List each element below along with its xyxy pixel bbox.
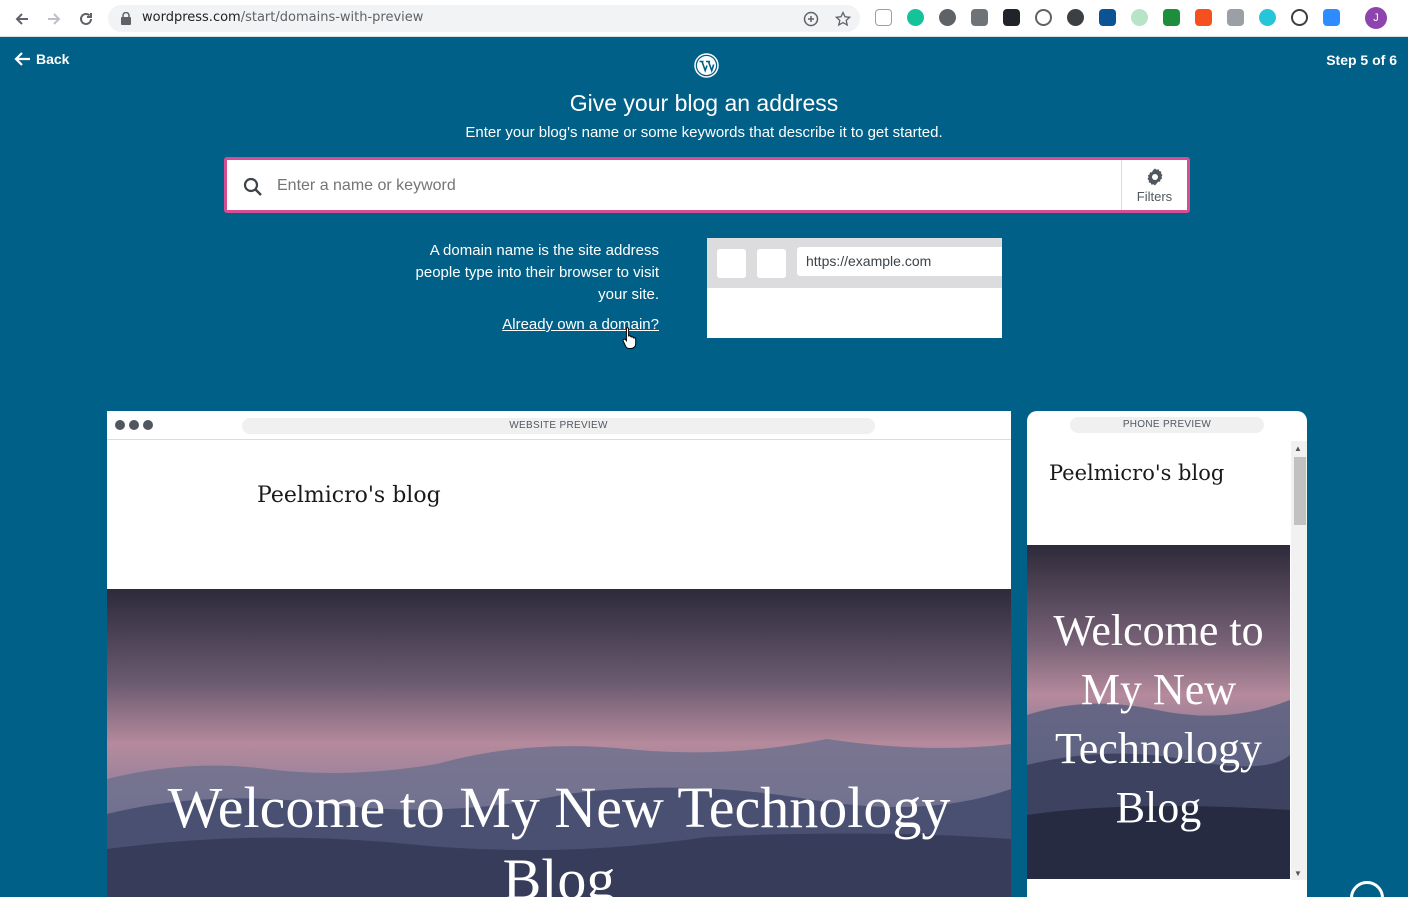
page-subtitle: Enter your blog's name or some keywords … [465,124,943,141]
bookmark-star-icon[interactable] [835,11,851,27]
back-label: Back [36,51,70,67]
hand-cursor-icon [622,327,637,349]
phone-hero-text: Welcome to My New Technology Blog [1053,606,1264,832]
example-browser-illustration: https://example.com [707,238,1002,338]
extension-icon[interactable] [1259,9,1276,26]
profile-avatar[interactable]: J [1365,7,1387,29]
extension-icon[interactable] [875,9,892,26]
arrow-left-icon [14,52,30,66]
window-dot [129,420,139,430]
mini-browser-bar: https://example.com [707,238,1002,288]
domain-explanation: A domain name is the site address people… [415,242,659,303]
back-arrow-icon[interactable] [10,7,34,31]
search-icon [243,177,262,196]
dark-mode-icon[interactable] [1067,9,1084,26]
extension-icon[interactable] [939,9,956,26]
phone-preview-label: PHONE PREVIEW [1070,417,1264,433]
scroll-down-arrow-icon[interactable]: ▼ [1294,869,1302,878]
website-blog-name: Peelmicro's blog [257,483,441,508]
extension-icon[interactable] [1099,9,1116,26]
window-dot [143,420,153,430]
step-indicator: Step 5 of 6 [1326,52,1397,68]
extension-icon[interactable] [1291,9,1308,26]
website-hero-text: Welcome to My New Technology Blog [167,775,951,897]
window-dot [115,420,125,430]
lock-icon [121,12,131,25]
website-preview-label: WEBSITE PREVIEW [242,418,875,434]
domain-search-box: Filters [224,157,1190,213]
forward-arrow-icon[interactable] [42,7,66,31]
website-preview: WEBSITE PREVIEW Peelmicro's blog Welcome… [107,411,1011,897]
example-url: https://example.com [797,247,1002,276]
browser-toolbar: wordpress.com/start/domains-with-preview… [0,0,1408,37]
grammarly-icon[interactable] [907,9,924,26]
extension-icon[interactable] [1131,9,1148,26]
gear-icon [1147,168,1162,185]
page-title: Give your blog an address [569,90,839,116]
website-preview-header: WEBSITE PREVIEW [107,411,1011,440]
website-hero: Welcome to My New Technology Blog [107,589,1011,897]
phone-scrollbar-thumb[interactable] [1294,457,1306,525]
phone-blog-name: Peelmicro's blog [1049,461,1225,485]
phone-hero: Welcome to My New Technology Blog [1027,545,1290,879]
react-devtools-icon[interactable] [1003,9,1020,26]
extension-icon[interactable] [1227,9,1244,26]
mini-button [757,249,786,278]
help-button-icon[interactable] [1350,881,1384,897]
extension-icon[interactable] [1195,9,1212,26]
filters-label: Filters [1136,188,1173,204]
mini-button [717,249,746,278]
address-bar[interactable]: wordpress.com/start/domains-with-preview [108,5,860,32]
reload-icon[interactable] [74,7,98,31]
filters-button[interactable]: Filters [1121,160,1187,210]
extension-icon[interactable] [1163,9,1180,26]
url-text: wordpress.com/start/domains-with-preview [142,10,424,25]
phone-preview: PHONE PREVIEW Peelmicro's blog Welcome t… [1027,411,1307,897]
extension-icon[interactable] [971,9,988,26]
zoom-icon[interactable] [1323,9,1340,26]
extension-icon[interactable] [1035,9,1052,26]
install-icon[interactable] [803,11,819,27]
domain-search-input[interactable] [277,177,1057,195]
scroll-up-arrow-icon[interactable]: ▲ [1294,444,1302,453]
back-button[interactable]: Back [14,51,69,67]
wordpress-logo-icon [694,53,719,78]
